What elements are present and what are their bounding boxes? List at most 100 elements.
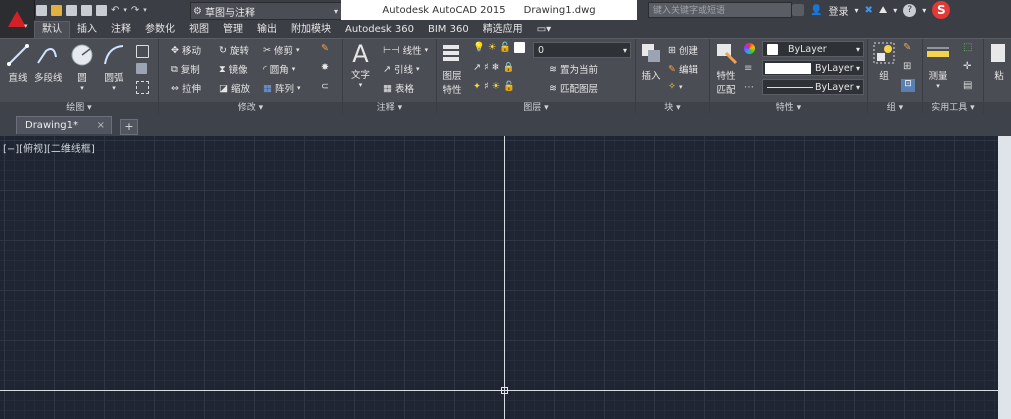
quick-select-icon[interactable]: ⬚ (963, 42, 972, 53)
layer-on-icon[interactable]: ✦ (473, 81, 481, 92)
edit-block-button[interactable]: ✎ 编辑 (668, 62, 698, 77)
array-button[interactable]: ▦ 阵列 ▾ (263, 81, 301, 96)
tab-home[interactable]: 默认 (34, 21, 70, 38)
tab-output[interactable]: 输出 (250, 22, 284, 38)
explode-button[interactable]: ✸ (321, 62, 329, 73)
sun-icon[interactable]: ☀ (488, 42, 497, 53)
group-edit-icon[interactable]: ✎ (903, 42, 911, 53)
calculator-icon[interactable]: ▤ (963, 80, 972, 91)
application-menu-button[interactable]: ▾ (0, 0, 35, 38)
open-file-icon[interactable] (51, 4, 62, 16)
attributes-button[interactable]: ✧ ▾ (668, 81, 682, 92)
tab-annotate[interactable]: 注释 (104, 22, 138, 38)
layer-unisolate-icon[interactable]: ♯ (484, 81, 489, 92)
layer-lock-icon[interactable]: 🔒 (503, 62, 515, 73)
group-select-icon[interactable]: ⊡ (901, 79, 915, 92)
rotate-button[interactable]: ↻ 旋转 (219, 43, 249, 58)
navigation-bar[interactable] (998, 136, 1011, 419)
hatch-button[interactable] (136, 63, 147, 74)
linetype-dropdown[interactable]: ByLayer ▾ (762, 79, 864, 95)
move-button[interactable]: ✥ 移动 (171, 43, 201, 58)
match-layer-button[interactable]: ≋ 匹配图层 (549, 81, 598, 96)
viewport-controls[interactable]: [−][俯视][二维线框] (3, 140, 95, 155)
scale-button[interactable]: ◪ 缩放 (219, 81, 250, 96)
layer-freeze-icon[interactable]: ❄ (492, 62, 500, 73)
tab-addins[interactable]: 附加模块 (284, 22, 338, 38)
chevron-down-icon[interactable]: ▾ (922, 6, 926, 15)
workspace-label: 草图与注释 (204, 7, 255, 19)
circle-button[interactable]: 圆 ▾ (70, 43, 94, 92)
layer-properties-button[interactable]: 图层 特性 (440, 41, 464, 96)
layer-isolate-icon[interactable]: ♯ (484, 62, 489, 73)
undo-icon[interactable]: ↶ (111, 5, 119, 16)
copy-button[interactable]: ⧉ 复制 (171, 62, 200, 77)
mirror-button[interactable]: ⧗ 镜像 (219, 62, 248, 77)
text-button[interactable]: A 文字 ▾ (351, 41, 370, 89)
tab-autodesk-360[interactable]: Autodesk 360 (338, 22, 421, 38)
tab-bim-360[interactable]: BIM 360 (421, 22, 476, 38)
table-button[interactable]: ▦ 表格 (383, 81, 414, 96)
redo-dropdown-icon[interactable]: ▾ (143, 6, 147, 14)
layer-off-icon[interactable]: ↗ (473, 62, 481, 73)
lineweight-dropdown[interactable]: ByLayer ▾ (762, 60, 864, 76)
layer-thaw-icon[interactable]: ☀ (492, 81, 501, 92)
match-properties-button[interactable]: 特性 匹配 (714, 41, 738, 96)
chevron-down-icon[interactable]: ▾ (359, 81, 363, 89)
new-file-icon[interactable] (36, 4, 47, 16)
tab-view[interactable]: 视图 (182, 22, 216, 38)
save-icon[interactable] (66, 4, 77, 16)
drawing-canvas[interactable] (0, 136, 998, 419)
tab-insert[interactable]: 插入 (70, 22, 104, 38)
measure-button[interactable]: 测量 ▾ (926, 41, 950, 90)
tab-parametric[interactable]: 参数化 (138, 22, 182, 38)
lock-icon[interactable]: 🔓 (499, 42, 511, 53)
binoculars-icon[interactable] (792, 4, 804, 16)
boundary-button[interactable] (136, 81, 149, 94)
help-icon[interactable]: ? (903, 3, 917, 17)
document-tab[interactable]: Drawing1* × (16, 116, 112, 134)
redo-icon[interactable]: ↷ (131, 5, 139, 16)
set-current-button[interactable]: ≋ 置为当前 (549, 62, 598, 77)
chevron-down-icon[interactable]: ▾ (112, 84, 116, 92)
rectangle-button[interactable] (136, 45, 149, 58)
exchange-icon[interactable]: ✖ (864, 5, 872, 16)
polyline-button[interactable]: 多段线 (34, 43, 63, 84)
workspace-selector[interactable]: ⚙ 草图与注释 ▾ (190, 2, 342, 20)
trim-button[interactable]: ✂ 修剪 ▾ (263, 43, 300, 58)
layer-dropdown[interactable]: 0 ▾ (533, 42, 631, 58)
search-input[interactable]: 键入关键字或短语 (648, 2, 792, 18)
paste-button[interactable]: 粘 (987, 41, 1011, 82)
fillet-button[interactable]: ◜ 圆角 ▾ (263, 62, 295, 77)
undo-dropdown-icon[interactable]: ▾ (123, 6, 127, 14)
save-as-icon[interactable] (81, 4, 92, 16)
new-tab-button[interactable]: + (120, 119, 138, 135)
point-icon[interactable]: ✛ (963, 61, 971, 72)
chevron-down-icon[interactable]: ▾ (854, 6, 858, 15)
ribbon-options-icon[interactable]: ▭▾ (530, 22, 558, 38)
group-button[interactable]: 组 (872, 41, 896, 82)
line-button[interactable]: 直线 (6, 43, 30, 84)
sogou-logo-icon[interactable]: S (932, 1, 951, 19)
create-block-button[interactable]: ⊞ 创建 (668, 43, 698, 58)
insert-block-button[interactable]: 插入 (639, 41, 663, 82)
erase-button[interactable]: ✎ (321, 43, 329, 54)
color-dropdown[interactable]: ByLayer ▾ (762, 41, 864, 57)
layer-unlock-icon[interactable]: 🔓 (503, 81, 515, 92)
print-icon[interactable] (96, 4, 107, 16)
ungroup-icon[interactable]: ⊞ (903, 61, 911, 72)
a360-icon[interactable]: ⛰ (879, 5, 887, 16)
linear-dimension-button[interactable]: ⊢⊣ 线性 ▾ (383, 43, 428, 58)
stretch-button[interactable]: ⇔ 拉伸 (171, 81, 201, 96)
lightbulb-icon[interactable]: 💡 (473, 42, 485, 53)
chevron-down-icon[interactable]: ▾ (80, 84, 84, 92)
signin-area: 👤 登录 ▾ ✖ ⛰ ▾ ? ▾ S (792, 1, 951, 19)
leader-button[interactable]: ↗ 引线 ▾ (383, 62, 420, 77)
tab-manage[interactable]: 管理 (216, 22, 250, 38)
arc-button[interactable]: 圆弧 ▾ (102, 43, 126, 92)
offset-button[interactable]: ⊂ (321, 81, 329, 92)
close-icon[interactable]: × (97, 120, 105, 131)
tab-featured-apps[interactable]: 精选应用 (476, 22, 530, 38)
chevron-down-icon[interactable]: ▾ (936, 82, 940, 90)
login-link[interactable]: 登录 (828, 3, 848, 18)
chevron-down-icon[interactable]: ▾ (893, 6, 897, 15)
